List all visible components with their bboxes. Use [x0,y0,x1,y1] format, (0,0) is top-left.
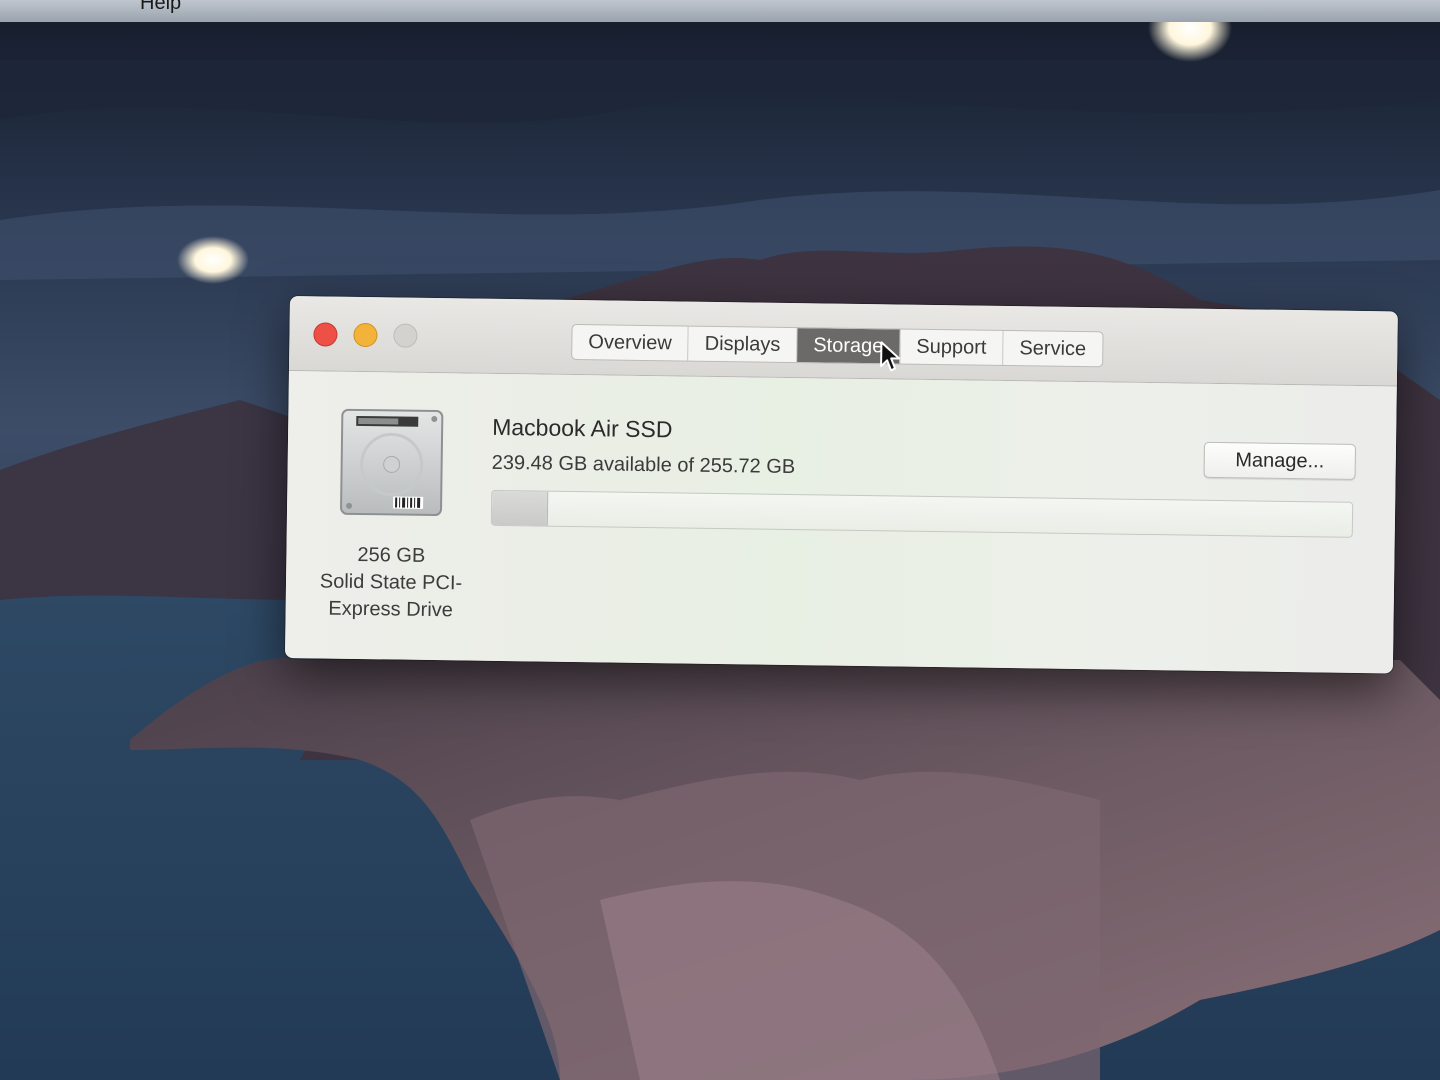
manage-button[interactable]: Manage... [1203,441,1357,480]
menu-bar: Help [0,0,1440,22]
mouse-pointer-icon [880,341,901,372]
menu-item-help[interactable]: Help [140,0,181,15]
storage-pane: 256 GB Solid State PCI- Express Drive Ma… [284,370,1397,674]
volume-name: Macbook Air SSD [492,413,673,443]
tab-bar: Overview Displays Storage Support Servic… [571,323,1104,368]
minimize-button[interactable] [353,322,378,348]
internal-drive-icon [340,408,444,517]
tab-support[interactable]: Support [900,329,1004,365]
drive-type-line-1: Solid State PCI- [319,570,463,595]
storage-usage-bar [490,489,1354,538]
tab-overview[interactable]: Overview [572,324,689,361]
volume-availability: 239.48 GB available of 255.72 GB [491,451,796,479]
zoom-button [393,323,418,348]
drive-caption: 256 GB Solid State PCI- Express Drive [297,541,484,625]
drive-type-line-2: Express Drive [328,597,454,622]
storage-used-segment [491,490,548,526]
about-this-mac-window: Overview Displays Storage Support Servic… [284,296,1398,674]
tab-service[interactable]: Service [1003,331,1102,366]
close-button[interactable] [313,322,338,347]
drive-capacity: 256 GB [357,543,426,567]
tab-displays[interactable]: Displays [688,326,798,363]
